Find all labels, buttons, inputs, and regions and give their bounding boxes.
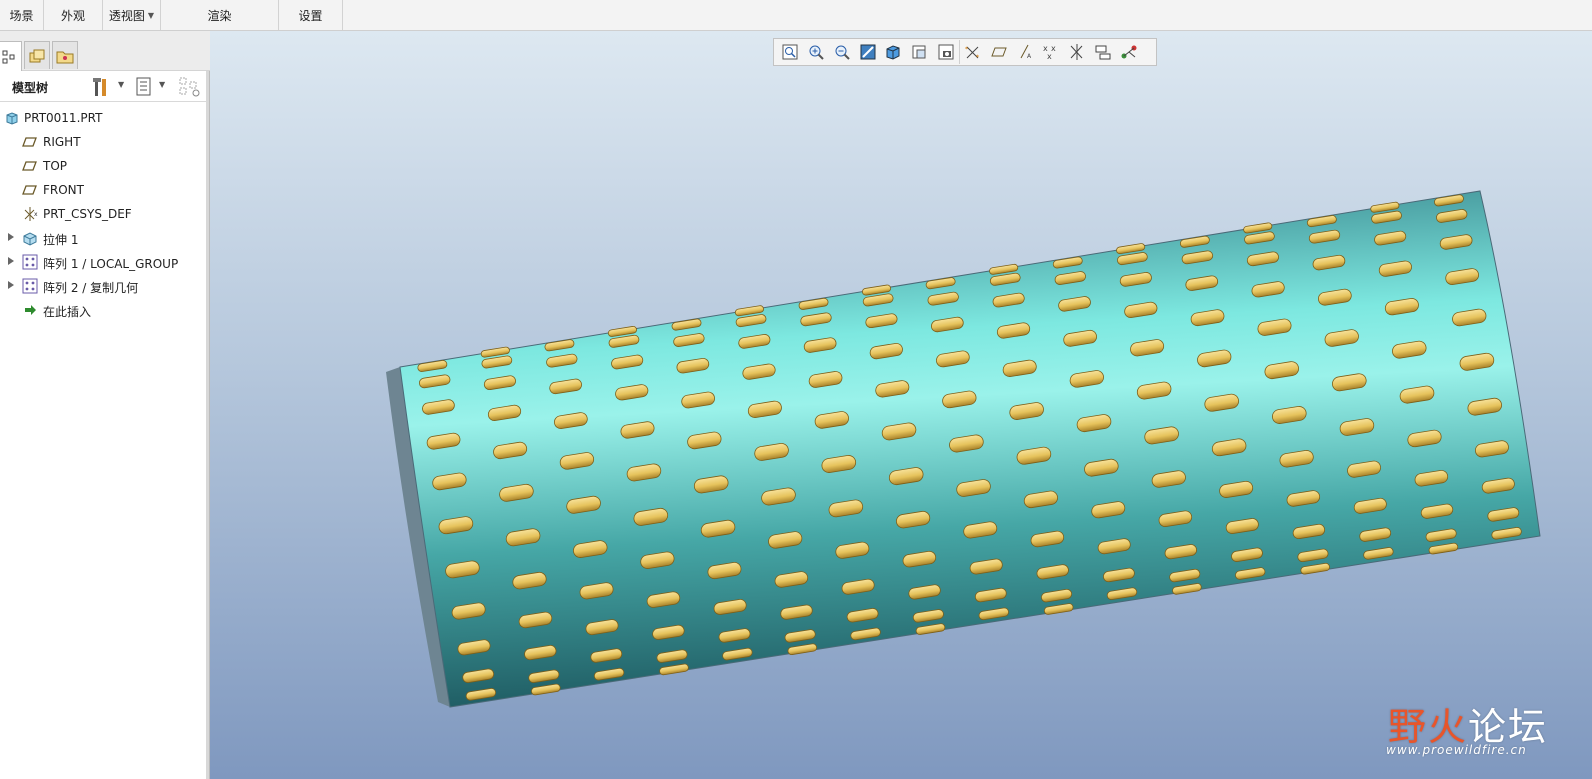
ribbon-group-label: 外观 [60,8,85,23]
tree-item-label: TOP [43,159,68,173]
zoom-in-icon [809,45,824,60]
ribbon-group-perspective[interactable]: 透视图 ▼ [103,0,161,30]
zoom-out-button[interactable] [829,40,855,64]
saved-orientations-button[interactable] [907,40,933,64]
plane-display-icon [991,47,1007,57]
datum-plane-icon [22,137,37,147]
datum-plane-icon [22,185,37,195]
show-filter-icon[interactable] [135,77,153,100]
axis-display-button[interactable]: A [1012,40,1038,64]
view-manager-icon [938,44,954,60]
tree-item-right[interactable]: RIGHT [0,131,209,153]
svg-text:x: x [34,211,38,218]
graphics-toolbar: * * A xxx [773,38,1157,66]
pattern-icon [22,254,38,270]
point-display-icon: x xx [1043,44,1056,61]
plane-display-button[interactable] [986,40,1012,64]
ribbon-group-label: 渲染 [207,8,232,23]
csys-display-icon [1070,44,1083,60]
model-tree-title: 模型树 [12,81,49,95]
svg-text:*: * [965,46,968,53]
tree-item-label: PRT0011.PRT [24,111,103,125]
chevron-down-icon[interactable]: ▼ [148,11,154,20]
csys-display-button[interactable] [1064,40,1090,64]
ribbon-group-appearance[interactable]: 外观 [44,0,103,30]
csys-icon: x [24,207,38,221]
panel-splitter[interactable] [206,71,209,779]
tab-model-tree[interactable] [0,41,22,71]
pattern-icon [22,278,38,294]
refit-button[interactable] [777,40,803,64]
tree-item-pattern-1[interactable]: 阵列 1 / LOCAL_GROUP [0,251,209,273]
tree-columns-icon[interactable] [178,76,202,101]
display-style-button[interactable] [881,40,907,64]
ribbon-group-label: 设置 [298,8,323,23]
tree-item-label: 阵列 1 / LOCAL_GROUP [43,257,179,271]
insert-here-icon [25,305,36,315]
chevron-down-icon[interactable]: ▼ [159,80,165,89]
view-manager-button[interactable] [933,40,959,64]
refit-icon [782,44,798,60]
extrude-icon [23,232,37,246]
ribbon-group-label: 场景 [9,8,34,23]
spin-center-button[interactable] [1116,40,1142,64]
settings-icon[interactable] [92,76,112,101]
tree-item-csys[interactable]: x PRT_CSYS_DEF [0,203,209,225]
repaint-icon [860,44,876,60]
folder-icon [56,51,74,63]
display-style-icon [886,45,900,60]
tree-item-pattern-2[interactable]: 阵列 2 / 复制几何 [0,275,209,297]
expand-arrow-icon[interactable] [8,233,14,241]
expand-arrow-icon[interactable] [8,281,14,289]
ribbon-group-bar: 场景 外观 透视图 ▼ 渲染 设置 [0,0,1592,31]
svg-text:x: x [1047,52,1052,61]
model-tree-tab-icon [2,50,15,63]
tab-layers[interactable] [24,41,50,69]
tree-item-front[interactable]: FRONT [0,179,209,201]
datum-display-button[interactable]: * * [959,40,986,64]
svg-text:A: A [1027,53,1032,60]
repaint-button[interactable] [855,40,881,64]
saved-orientations-icon [912,45,926,59]
datum-plane-icon [22,161,37,171]
watermark-url: www.proewildfire.cn [1386,743,1527,757]
svg-text:x: x [1051,44,1056,53]
tree-item-label: 拉伸 1 [43,233,79,247]
graphics-viewport[interactable]: * * A xxx 野火论坛 www.proewildfire.cn [210,31,1592,779]
navigator-tabs [0,31,210,71]
chevron-down-icon[interactable]: ▼ [118,80,124,89]
tree-item-top[interactable]: TOP [0,155,209,177]
annotation-display-button[interactable] [1090,40,1116,64]
tree-item-label: 阵列 2 / 复制几何 [43,281,139,295]
annotation-display-icon [1095,45,1111,60]
model-graphics[interactable] [210,31,1592,779]
tree-item-label: FRONT [43,183,84,197]
datum-display-icon: ** [965,46,979,61]
ribbon-group-settings[interactable]: 设置 [279,0,343,30]
spin-center-icon [1121,45,1137,59]
tree-item-label: PRT_CSYS_DEF [43,207,132,221]
point-display-button[interactable]: xxx [1038,40,1064,64]
model-tree-header: 模型树 ▼ ▼ [0,72,209,102]
tree-item-label: 在此插入 [43,305,92,319]
tree-item-extrude[interactable]: 拉伸 1 [0,227,209,249]
tree-item-insert-here[interactable]: 在此插入 [0,299,209,321]
navigator-panel: 模型树 ▼ ▼ PRT0011.PRT RIGHT TOP FRONT x PR… [0,31,210,779]
part-icon [6,112,18,125]
svg-text:*: * [976,54,979,61]
axis-display-icon: A [1020,44,1032,60]
tree-item-label: RIGHT [43,135,81,149]
ribbon-group-scene[interactable]: 场景 [0,0,44,30]
layers-icon [29,49,45,62]
zoom-out-icon [835,45,850,60]
tab-folder-browser[interactable] [52,41,78,69]
tree-item-part[interactable]: PRT0011.PRT [0,107,209,129]
ribbon-group-render[interactable]: 渲染 [161,0,279,30]
ribbon-group-label: 透视图 [108,8,145,23]
zoom-in-button[interactable] [803,40,829,64]
expand-arrow-icon[interactable] [8,257,14,265]
